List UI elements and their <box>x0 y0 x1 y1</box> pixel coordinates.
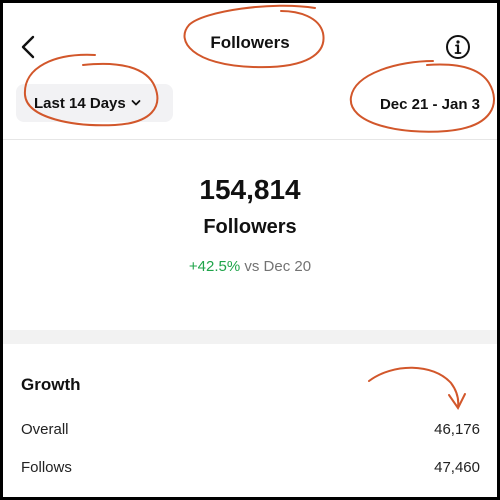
growth-row-follows: Follows 47,460 <box>21 459 480 481</box>
followers-change: +42.5% vs Dec 20 <box>3 258 497 275</box>
screenshot-frame: Followers Last 14 Days Dec 21 - Jan 3 15… <box>3 3 497 497</box>
followers-count-label: Followers <box>203 216 297 238</box>
growth-title: Growth <box>21 375 81 394</box>
growth-section: Growth Overall 46,176 Follows 47,460 <box>3 344 497 497</box>
chevron-down-icon <box>131 99 141 107</box>
followers-count: 154,814 <box>199 174 301 205</box>
page-title: Followers <box>210 33 290 52</box>
section-divider <box>3 330 497 344</box>
info-button[interactable] <box>443 32 473 62</box>
change-comparison: vs Dec 20 <box>240 258 312 275</box>
growth-row-value: 47,460 <box>434 459 480 476</box>
followers-summary: 154,814 Followers +42.5% vs Dec 20 <box>3 140 497 330</box>
growth-row-label: Overall <box>21 421 69 438</box>
change-percent: +42.5% <box>188 258 241 275</box>
header: Followers <box>3 3 497 83</box>
growth-row-value: 46,176 <box>434 421 480 438</box>
info-circle-icon <box>446 35 470 59</box>
date-range-text[interactable]: Dec 21 - Jan 3 <box>380 96 480 113</box>
growth-row-label: Follows <box>21 459 72 476</box>
date-range-dropdown[interactable]: Last 14 Days <box>16 84 173 122</box>
date-range-label: Last 14 Days <box>34 94 126 112</box>
growth-row-overall: Overall 46,176 <box>21 421 480 443</box>
